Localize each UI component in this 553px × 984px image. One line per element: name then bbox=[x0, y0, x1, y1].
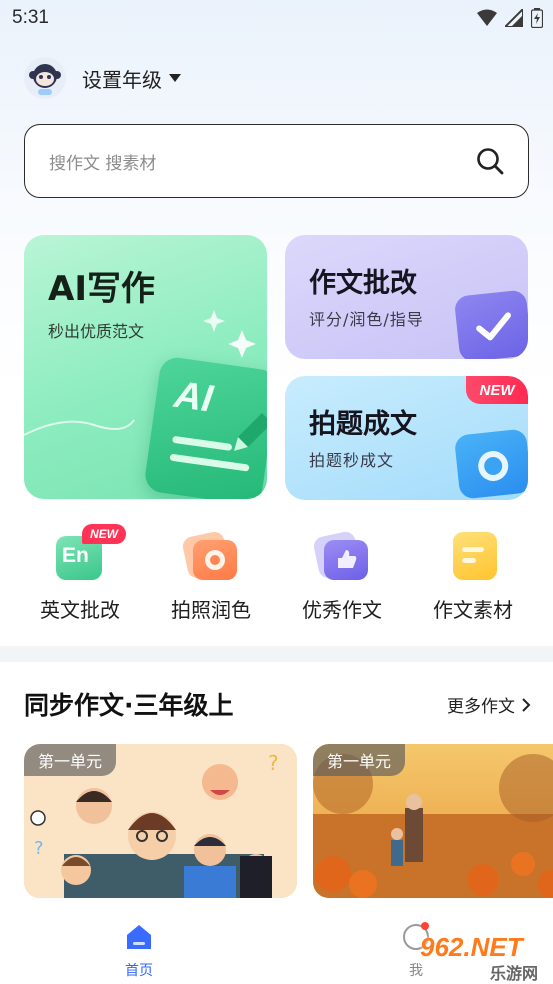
camera-polish-icon bbox=[181, 528, 239, 584]
grade-selector[interactable]: 设置年级 bbox=[24, 56, 182, 100]
watermark-subtext: 乐游网 bbox=[490, 964, 539, 983]
essay-correction-subtitle: 评分/润色/指导 bbox=[309, 310, 424, 329]
nav-home[interactable]: 首页 bbox=[116, 922, 162, 980]
more-essays-label: 更多作文 bbox=[447, 697, 515, 717]
ai-writing-subtitle: 秒出优质范文 bbox=[48, 322, 145, 341]
status-bar: 5:31 bbox=[0, 0, 553, 38]
thumbs-up-icon bbox=[312, 528, 370, 584]
ai-writing-card[interactable]: AI写作 秒出优质范文 AI bbox=[24, 235, 267, 499]
new-badge: NEW bbox=[466, 376, 528, 404]
home-icon bbox=[127, 925, 151, 949]
checkmark-folder-icon bbox=[453, 289, 528, 359]
grade-label[interactable]: 设置年级 bbox=[82, 64, 162, 93]
essay-correction-title: 作文批改 bbox=[309, 268, 417, 299]
tool-camera-polish[interactable]: 拍照润色 bbox=[156, 528, 266, 623]
nav-home-label: 首页 bbox=[125, 963, 153, 979]
pencil-icon bbox=[234, 413, 267, 451]
search-icon[interactable] bbox=[476, 147, 504, 175]
english-correction-icon: En NEW bbox=[52, 524, 126, 584]
english-icon-text: En bbox=[62, 544, 89, 567]
ai-writing-title: AI写作 bbox=[48, 269, 155, 309]
chevron-right-icon bbox=[522, 697, 531, 712]
avatar[interactable] bbox=[24, 57, 66, 99]
svg-text:?: ? bbox=[34, 838, 44, 859]
more-essays-link[interactable]: 更多作文 bbox=[447, 692, 531, 717]
caret-down-icon[interactable] bbox=[168, 73, 182, 83]
section-divider bbox=[0, 646, 553, 662]
battery-icon bbox=[531, 8, 543, 28]
tool-english-correction[interactable]: En NEW 英文批改 bbox=[25, 524, 135, 623]
watermark-text: 962.NET bbox=[420, 932, 523, 962]
monkey-mascot-icon bbox=[29, 64, 61, 95]
ai-icon-text: AI bbox=[171, 373, 216, 421]
tool-essay-material[interactable]: 作文素材 bbox=[418, 528, 528, 623]
watermark-logo: 962.NET 乐游网 bbox=[420, 932, 550, 983]
tool-label: 英文批改 bbox=[40, 598, 120, 622]
new-badge-small: NEW bbox=[82, 524, 126, 544]
svg-text:?: ? bbox=[268, 751, 279, 775]
essay-unit-card[interactable]: 第一单元 bbox=[313, 744, 553, 898]
status-icons bbox=[477, 8, 543, 28]
signal-icon bbox=[505, 9, 523, 27]
search-placeholder: 搜作文 搜素材 bbox=[49, 154, 157, 174]
unit-tag: 第一单元 bbox=[313, 744, 406, 776]
material-icon bbox=[445, 528, 501, 584]
essay-correction-card[interactable]: 作文批改 评分/润色/指导 bbox=[285, 235, 528, 359]
tool-excellent-essay[interactable]: 优秀作文 bbox=[287, 528, 397, 623]
status-time: 5:31 bbox=[12, 7, 49, 28]
tool-label: 作文素材 bbox=[433, 598, 513, 622]
unit-tag: 第一单元 bbox=[24, 744, 117, 776]
sync-section-title: 同步作文·三年级上 bbox=[24, 691, 234, 720]
essay-unit-card[interactable]: ? ? 第一单元 bbox=[24, 744, 297, 898]
tool-label: 拍照润色 bbox=[171, 598, 251, 622]
tool-row: En NEW 英文批改 拍照润色 优秀作文 作文素材 bbox=[0, 524, 553, 624]
camera-icon bbox=[453, 428, 528, 500]
photo-essay-card[interactable]: NEW 拍题成文 拍题秒成文 bbox=[285, 376, 528, 500]
wifi-icon bbox=[477, 9, 497, 26]
photo-essay-subtitle: 拍题秒成文 bbox=[309, 451, 395, 470]
search-input[interactable]: 搜作文 搜素材 bbox=[24, 124, 529, 198]
tool-label: 优秀作文 bbox=[302, 598, 382, 622]
photo-essay-title: 拍题成文 bbox=[309, 409, 417, 440]
